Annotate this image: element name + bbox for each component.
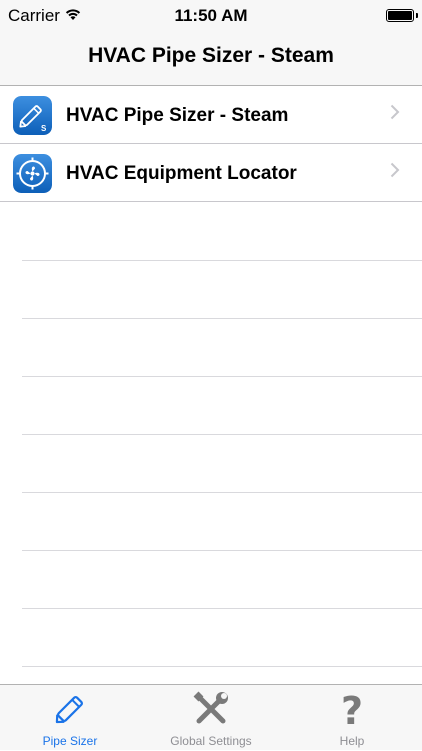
- wrench-screwdriver-icon: [193, 691, 228, 724]
- svg-text:?: ?: [341, 689, 363, 729]
- page-title: HVAC Pipe Sizer - Steam: [88, 44, 334, 67]
- pencil-s-icon: S: [13, 96, 52, 135]
- list-item-pipe-sizer-steam[interactable]: S HVAC Pipe Sizer - Steam: [0, 86, 422, 144]
- status-time: 11:50 AM: [174, 6, 248, 25]
- svg-text:S: S: [41, 124, 47, 133]
- tab-bar: Pipe Sizer Global Settings ? Help: [0, 684, 422, 750]
- list-item-label: HVAC Pipe Sizer - Steam: [66, 105, 289, 126]
- empty-row-separator: [22, 550, 422, 551]
- list-item-label: HVAC Equipment Locator: [66, 163, 297, 184]
- empty-row-separator: [22, 434, 422, 435]
- tab-label: Global Settings: [170, 734, 252, 748]
- menu-list: S HVAC Pipe Sizer - Steam HVAC Equipment…: [0, 86, 422, 684]
- empty-row-separator: [22, 608, 422, 609]
- empty-row-separator: [22, 260, 422, 261]
- pencil-icon: [55, 696, 83, 724]
- fan-target-icon: [13, 154, 52, 193]
- tab-label: Pipe Sizer: [42, 734, 98, 748]
- question-icon: ?: [341, 689, 363, 729]
- tab-global-settings[interactable]: Global Settings: [141, 685, 281, 751]
- navigation-bar: HVAC Pipe Sizer - Steam: [0, 30, 422, 86]
- empty-row-separator: [22, 318, 422, 319]
- list-item-equipment-locator[interactable]: HVAC Equipment Locator: [0, 144, 422, 202]
- tab-help[interactable]: ? Help: [282, 685, 422, 751]
- chevron-right-icon: [390, 162, 400, 178]
- status-bar: Carrier 11:50 AM: [0, 0, 422, 30]
- chevron-right-icon: [390, 104, 400, 120]
- battery-icon: [386, 9, 418, 22]
- empty-row-separator: [22, 666, 422, 667]
- empty-row-separator: [22, 492, 422, 493]
- tab-label: Help: [339, 734, 365, 748]
- tab-pipe-sizer[interactable]: Pipe Sizer: [0, 685, 140, 751]
- empty-row-separator: [22, 376, 422, 377]
